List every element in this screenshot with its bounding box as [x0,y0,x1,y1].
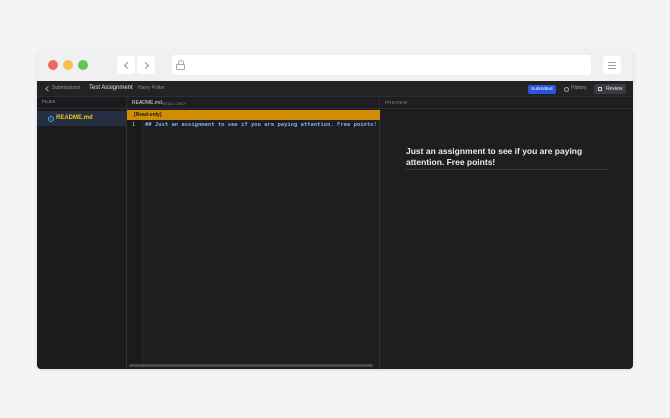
app-header: Submissions Test Assignment Harry Potter… [37,81,633,97]
file-item-label: README.md [56,114,93,121]
code-line[interactable]: ## Just an assignment to see if you are … [145,122,380,132]
code-editor: README.md READ-ONLY [Read-only] 1 ## Jus… [127,97,380,369]
status-badge: Submitted [528,84,556,94]
file-sidebar: FILES i README.md [37,97,127,369]
markdown-preview: PREVIEW Just an assignment to see if you… [380,97,633,369]
preview-heading: PREVIEW [380,97,633,109]
info-icon: i [48,115,54,122]
clock-icon[interactable] [564,86,569,92]
chevron-left-icon [123,61,131,69]
zoom-window-button[interactable] [78,60,88,70]
breadcrumb-submissions-link[interactable]: Submissions [52,85,80,91]
address-bar[interactable] [172,55,591,75]
line-number-gutter: 1 [127,120,143,369]
chevron-right-icon [141,61,149,69]
review-button-label: Review [606,86,623,92]
browser-toolbar [37,50,633,81]
back-button[interactable] [117,56,135,74]
read-only-label: READ-ONLY [162,100,187,106]
editor-tab-bar: README.md READ-ONLY [127,97,379,109]
close-window-button[interactable] [48,60,58,70]
read-only-banner: [Read-only] [127,110,380,120]
editor-file-name: README.md [132,100,162,106]
preview-divider [406,169,608,170]
line-number: 1 [132,122,136,128]
chevron-left-icon[interactable] [45,86,51,92]
files-heading: FILES [37,97,126,109]
forward-button[interactable] [137,56,155,74]
browser-window: Submissions Test Assignment Harry Potter… [37,50,633,369]
edit-icon [598,87,602,91]
preview-rendered-heading: Just an assignment to see if you are pay… [406,146,583,167]
lock-icon [176,60,185,70]
horizontal-scrollbar[interactable] [129,364,373,367]
minimize-window-button[interactable] [63,60,73,70]
browser-menu-button[interactable] [603,56,621,74]
review-button[interactable]: Review [594,84,626,94]
assignment-title: Test Assignment [89,84,133,91]
file-item-readme[interactable]: i README.md [37,111,126,126]
student-name: Harry Potter [138,85,165,91]
history-button[interactable]: History [571,85,587,91]
